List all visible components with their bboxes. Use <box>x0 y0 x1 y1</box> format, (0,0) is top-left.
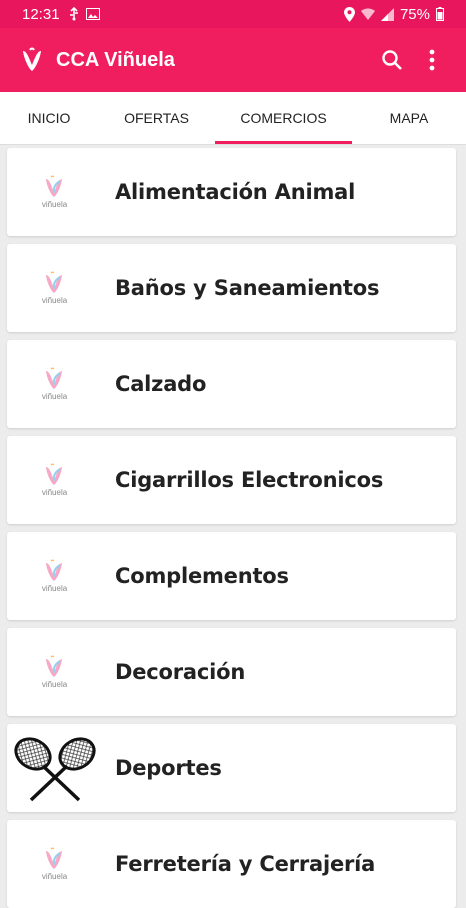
category-item-deportes[interactable]: Deportes <box>7 724 456 812</box>
category-item-ferreteria-cerrajeria[interactable]: viñuela Ferretería y Cerrajería <box>7 820 456 908</box>
tennis-rackets-icon <box>7 724 102 812</box>
vinuela-logo-icon <box>18 46 46 74</box>
vinuela-logo: viñuela <box>7 148 102 236</box>
notification-usb-icon <box>69 7 78 21</box>
tab-comercios[interactable]: COMERCIOS <box>215 92 352 144</box>
app-bar: CCA Viñuela <box>0 28 466 92</box>
vinuela-logo: viñuela <box>7 820 102 908</box>
tab-mapa[interactable]: MAPA <box>352 92 466 144</box>
location-icon <box>343 6 355 22</box>
vinuela-logo: viñuela <box>7 532 102 620</box>
notification-image-icon <box>85 8 100 20</box>
tab-ofertas[interactable]: OFERTAS <box>98 92 215 144</box>
more-options-button[interactable] <box>412 40 452 80</box>
category-item-complementos[interactable]: viñuela Complementos <box>7 532 456 620</box>
category-item-alimentacion-animal[interactable]: viñuela Alimentación Animal <box>7 148 456 236</box>
vinuela-heart-icon <box>46 655 63 677</box>
search-icon <box>382 50 402 70</box>
tab-inicio[interactable]: INICIO <box>0 92 98 144</box>
status-bar: 12:31 75% <box>0 0 466 28</box>
vinuela-logo: viñuela <box>7 436 102 524</box>
vinuela-logo: viñuela <box>7 244 102 332</box>
app-title: CCA Viñuela <box>56 48 175 71</box>
more-vert-icon <box>429 49 435 71</box>
category-item-calzado[interactable]: viñuela Calzado <box>7 340 456 428</box>
vinuela-heart-icon <box>46 463 63 485</box>
battery-icon <box>436 7 444 21</box>
status-time: 12:31 <box>22 5 60 23</box>
signal-icon <box>380 7 394 21</box>
vinuela-heart-icon <box>46 271 63 293</box>
tab-bar: INICIO OFERTAS COMERCIOS MAPA <box>0 92 466 145</box>
category-item-banos-saneamientos[interactable]: viñuela Baños y Saneamientos <box>7 244 456 332</box>
vinuela-heart-icon <box>46 367 63 389</box>
vinuela-heart-icon <box>46 175 63 197</box>
battery-percent: 75% <box>399 5 430 23</box>
vinuela-heart-icon <box>46 847 63 869</box>
vinuela-logo: viñuela <box>7 628 102 716</box>
vinuela-heart-icon <box>46 559 63 581</box>
search-button[interactable] <box>372 40 412 80</box>
category-item-decoracion[interactable]: viñuela Decoración <box>7 628 456 716</box>
wifi-icon <box>360 7 375 20</box>
category-item-cigarrillos-electronicos[interactable]: viñuela Cigarrillos Electronicos <box>7 436 456 524</box>
vinuela-logo: viñuela <box>7 340 102 428</box>
